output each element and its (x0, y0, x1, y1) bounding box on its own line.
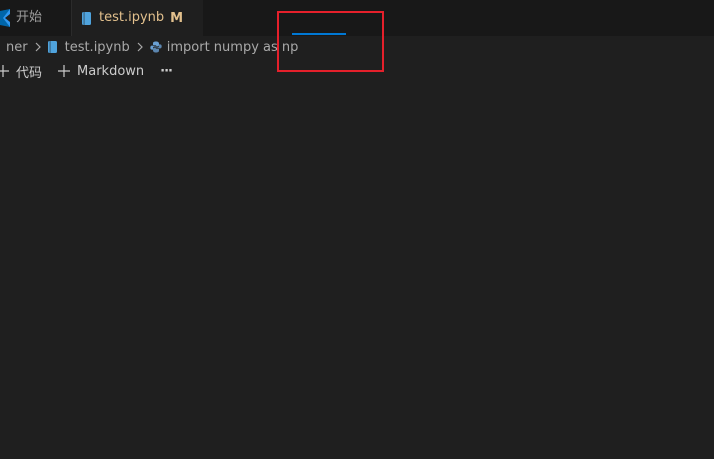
editor-window: 开始 test.ipynb M ner test.ipynb import nu… (0, 0, 714, 459)
tab-test-ipynb[interactable]: test.ipynb M (72, 0, 203, 36)
plus-icon (0, 65, 9, 77)
tab-start[interactable]: 开始 (0, 0, 72, 36)
plus-icon (58, 65, 71, 77)
breadcrumb-item-folder[interactable]: ner (6, 40, 28, 55)
chevron-right-icon (35, 42, 41, 52)
notebook-icon (82, 11, 91, 25)
more-actions-button[interactable]: ··· (160, 60, 173, 82)
breadcrumb-item-file[interactable]: test.ipynb (47, 39, 130, 55)
tab-test-ipynb-label: test.ipynb (99, 10, 165, 25)
notebook-icon (47, 41, 57, 53)
vscode-logo-icon (0, 9, 10, 27)
add-code-cell-label: 代码 (16, 65, 43, 81)
add-markdown-cell-label: Markdown (77, 63, 145, 79)
add-code-cell-button[interactable]: 代码 (0, 60, 42, 82)
chevron-right-icon (137, 42, 143, 52)
breadcrumb-item-file-label: test.ipynb (64, 39, 130, 55)
modified-badge: M (170, 10, 184, 26)
add-markdown-cell-button[interactable]: Markdown (58, 60, 144, 82)
highlight-annotation-box (277, 11, 384, 72)
more-actions-icon: ··· (160, 63, 173, 79)
python-icon (150, 41, 162, 53)
tab-start-label: 开始 (16, 10, 43, 25)
breadcrumb-item-folder-label: ner (6, 39, 28, 55)
